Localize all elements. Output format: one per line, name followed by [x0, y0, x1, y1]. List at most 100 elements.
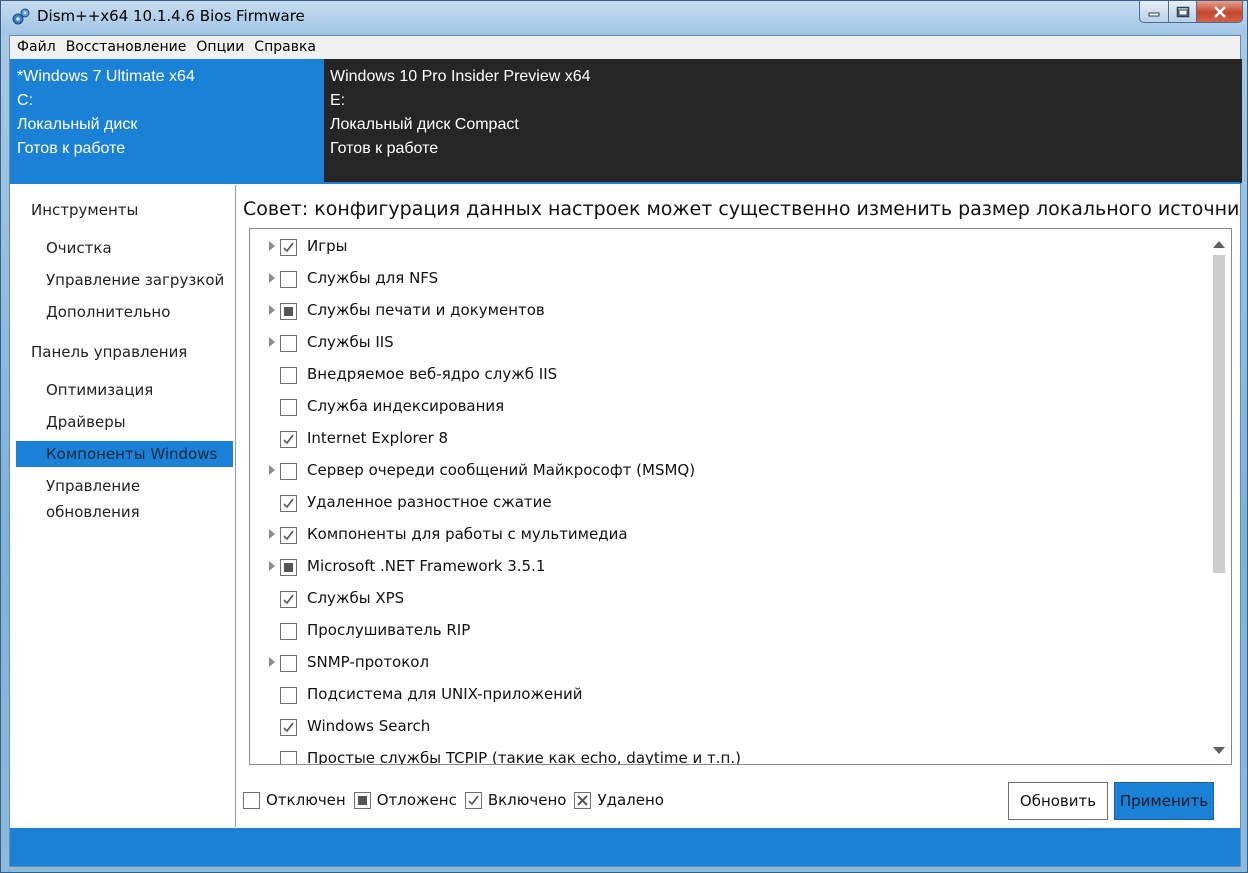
scroll-up-icon[interactable] [1213, 241, 1225, 248]
component-row[interactable]: Сервер очереди сообщений Майкрософт (MSM… [250, 455, 1200, 487]
checkbox[interactable] [280, 751, 297, 764]
legend-label: Включено [487, 791, 567, 809]
component-label: Удаленное разностное сжатие [307, 493, 552, 511]
component-label: Прослушиватель RIP [307, 621, 471, 639]
checkmark-icon [283, 242, 294, 253]
checkbox[interactable] [280, 655, 297, 672]
checkbox[interactable] [280, 367, 297, 384]
checkbox[interactable] [280, 719, 297, 736]
component-row[interactable]: Службы печати и документов [250, 295, 1200, 327]
expand-arrow-icon[interactable] [269, 529, 275, 539]
sidebar-item-windows-components[interactable]: Компоненты Windows [16, 441, 233, 467]
maximize-button[interactable] [1169, 1, 1197, 23]
checkbox[interactable] [280, 239, 297, 256]
sidebar-item-updates[interactable]: Управление обновления [16, 473, 233, 521]
scroll-down-icon[interactable] [1213, 747, 1225, 754]
menu-file[interactable]: Файл [12, 36, 61, 59]
checkbox[interactable] [280, 463, 297, 480]
legend-swatch [353, 791, 371, 809]
sidebar: Инструменты Очистка Управление загрузкой… [11, 185, 236, 827]
checkbox[interactable] [280, 623, 297, 640]
menu-options[interactable]: Опции [191, 36, 249, 59]
component-row[interactable]: Простые службы TCPIP (такие как echo, da… [250, 743, 1200, 764]
apply-button[interactable]: Применить [1114, 782, 1214, 820]
checkbox[interactable] [280, 399, 297, 416]
component-label: Службы XPS [307, 589, 405, 607]
expand-arrow-icon[interactable] [269, 465, 275, 475]
checkmark-icon [283, 722, 294, 733]
image-os: Windows 10 Pro Insider Preview x64 [330, 68, 591, 85]
component-row[interactable]: SNMP-протокол [250, 647, 1200, 679]
component-label: Компоненты для работы с мультимедиа [307, 525, 628, 543]
image-session-selected[interactable]: *Windows 7 Ultimate x64 C: Локальный дис… [10, 59, 324, 183]
component-row[interactable]: Internet Explorer 8 [250, 423, 1200, 455]
component-label: Windows Search [307, 717, 431, 735]
components-list[interactable]: Игры Службы для NFS Службы печати и докуме… [249, 228, 1232, 765]
scroll-thumb[interactable] [1213, 255, 1225, 573]
component-row[interactable]: Удаленное разностное сжатие [250, 487, 1200, 519]
image-drive: E: [330, 92, 346, 109]
expand-arrow-icon[interactable] [269, 561, 275, 571]
component-label: Internet Explorer 8 [307, 429, 449, 447]
checkbox[interactable] [280, 495, 297, 512]
component-row[interactable]: Службы IIS [250, 327, 1200, 359]
image-status: Готов к работе [330, 140, 439, 157]
component-row[interactable]: Службы для NFS [250, 263, 1200, 295]
close-button[interactable] [1197, 1, 1243, 23]
menu-restore[interactable]: Восстановление [61, 36, 192, 59]
component-row[interactable]: Компоненты для работы с мультимедиа [250, 519, 1200, 551]
cross-icon [577, 794, 589, 806]
checkbox[interactable] [280, 431, 297, 448]
sidebar-item-boot-manager[interactable]: Управление загрузкой [16, 267, 233, 293]
component-row[interactable]: Службы XPS [250, 583, 1200, 615]
expand-arrow-icon[interactable] [269, 241, 275, 251]
legend-swatch [574, 791, 592, 809]
component-row[interactable]: Microsoft .NET Framework 3.5.1 [250, 551, 1200, 583]
legend-swatch [464, 791, 482, 809]
header-divider [10, 182, 1240, 184]
indeterminate-icon [357, 795, 367, 805]
legend-label: Удалено [597, 791, 664, 809]
checkbox[interactable] [280, 591, 297, 608]
gears-icon [12, 8, 30, 25]
checkbox[interactable] [280, 271, 297, 288]
checkbox[interactable] [280, 335, 297, 352]
state-legend: Отключен Отложенс Включено Удалено [243, 789, 672, 811]
image-disk: Локальный диск Compact [330, 116, 519, 133]
component-row[interactable]: Windows Search [250, 711, 1200, 743]
sidebar-item-cleanup[interactable]: Очистка [16, 235, 233, 261]
window-controls [1139, 1, 1243, 23]
image-session[interactable]: Windows 10 Pro Insider Preview x64 E: Ло… [324, 59, 1242, 183]
component-label: Microsoft .NET Framework 3.5.1 [307, 557, 546, 575]
component-row[interactable]: Внедряемое веб-ядро служб IIS [250, 359, 1200, 391]
checkbox[interactable] [280, 303, 297, 320]
sidebar-item-drivers[interactable]: Драйверы [16, 409, 233, 435]
expand-arrow-icon[interactable] [269, 657, 275, 667]
sidebar-item-optimization[interactable]: Оптимизация [16, 377, 233, 403]
main-panel: Совет: конфигурация данных настроек може… [237, 185, 1240, 827]
minimize-button[interactable] [1139, 1, 1169, 23]
sidebar-group-tools: Инструменты [31, 201, 139, 219]
list-scrollbar[interactable] [1211, 233, 1227, 760]
checkbox[interactable] [280, 559, 297, 576]
legend-item: Включено [464, 791, 567, 809]
checkbox[interactable] [280, 687, 297, 704]
checkbox[interactable] [280, 527, 297, 544]
component-row[interactable]: Подсистема для UNIX-приложений [250, 679, 1200, 711]
component-row[interactable]: Прослушиватель RIP [250, 615, 1200, 647]
title-bar[interactable]: Dism++x64 10.1.4.6 Bios Firmware [1, 1, 1247, 35]
expand-arrow-icon[interactable] [269, 273, 275, 283]
legend-item: Отключен [243, 791, 346, 809]
component-row[interactable]: Служба индексирования [250, 391, 1200, 423]
component-label: Подсистема для UNIX-приложений [307, 685, 583, 703]
component-row[interactable]: Игры [250, 231, 1200, 263]
checkmark-icon [283, 530, 294, 541]
legend-item: Удалено [574, 791, 664, 809]
menu-help[interactable]: Справка [249, 36, 321, 59]
component-label: SNMP-протокол [307, 653, 430, 671]
expand-arrow-icon[interactable] [269, 305, 275, 315]
expand-arrow-icon[interactable] [269, 337, 275, 347]
refresh-button[interactable]: Обновить [1008, 782, 1108, 820]
sidebar-item-advanced[interactable]: Дополнительно [16, 299, 233, 325]
legend-swatch [243, 791, 260, 809]
